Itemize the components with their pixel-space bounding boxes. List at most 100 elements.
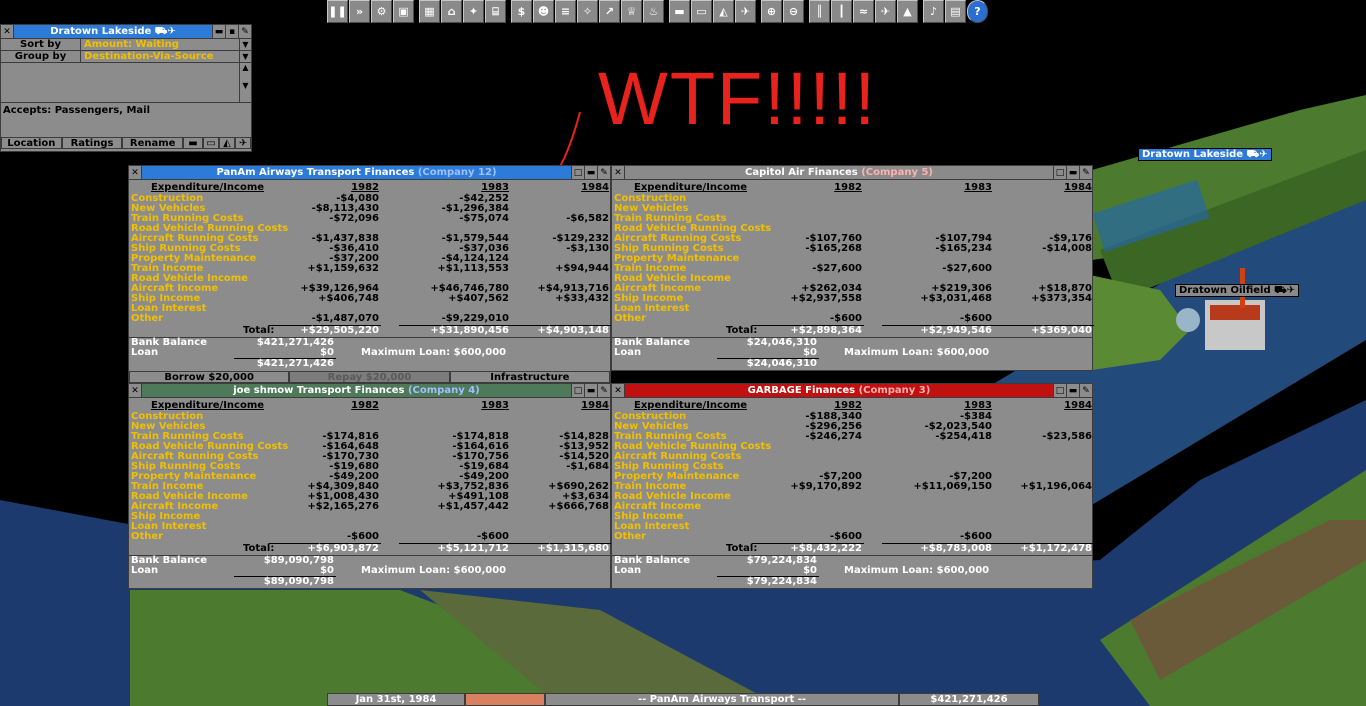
news-ticker[interactable]: -- PanAm Airways Transport -- <box>545 693 899 706</box>
date-display: Jan 31st, 1984 <box>327 693 465 706</box>
close-icon[interactable]: ✕ <box>612 384 625 397</box>
infrastructure-button[interactable]: Infrastructure <box>449 371 610 383</box>
build-rail-icon[interactable]: ║ <box>809 0 830 23</box>
league-icon[interactable]: ♕ <box>621 0 642 23</box>
ship-list-icon[interactable]: ◭ <box>713 0 734 23</box>
loan-value: $0 <box>320 347 334 358</box>
finance-value: -$3,130 <box>566 243 609 254</box>
year-header: 1983 <box>964 182 992 193</box>
finance-value: -$254,418 <box>935 431 992 442</box>
finance-value: +$94,944 <box>555 263 609 274</box>
finance-window-title[interactable]: joe shmow Transport Finances (Company 4) <box>142 384 571 397</box>
close-icon[interactable]: ✕ <box>612 166 625 179</box>
fast-forward-icon[interactable]: » <box>349 0 370 23</box>
total-value: +$4,903,148 <box>537 325 609 336</box>
total-label: Total: <box>243 543 275 554</box>
minimap-icon[interactable]: ▦ <box>419 0 440 23</box>
close-icon[interactable]: ✕ <box>129 384 142 397</box>
borrow-button[interactable]: Borrow $20,000 <box>129 371 290 383</box>
close-icon[interactable]: ✕ <box>129 166 142 179</box>
shade-icon[interactable]: ▬ <box>212 25 225 38</box>
total-value: +$8,432,222 <box>790 543 862 554</box>
net-worth-value: $79,224,834 <box>746 576 817 587</box>
messages-icon[interactable]: ▤ <box>945 0 966 23</box>
finances-icon[interactable]: $ <box>511 0 532 23</box>
finance-window-title[interactable]: PanAm Airways Transport Finances (Compan… <box>142 166 571 179</box>
settings-icon[interactable]: ⚙ <box>371 0 392 23</box>
pause-icon[interactable]: ❚❚ <box>327 0 348 23</box>
landscaping-icon[interactable]: ▲ <box>897 0 918 23</box>
zoom-in-icon[interactable]: ⊕ <box>761 0 782 23</box>
close-icon[interactable]: ✕ <box>1 25 14 38</box>
finance-window-title[interactable]: Capitol Air Finances (Company 5) <box>625 166 1053 179</box>
industry-icon[interactable]: ♨ <box>643 0 664 23</box>
sticky-icon[interactable]: ✎ <box>597 384 610 397</box>
total-value: +$369,040 <box>1031 325 1092 336</box>
max-loan-label: Maximum Loan: $600,000 <box>361 565 507 576</box>
location-button[interactable]: Location <box>1 137 62 149</box>
ratings-button[interactable]: Ratings <box>61 137 123 149</box>
finance-value: -$27,600 <box>812 263 862 274</box>
chevron-down-icon[interactable]: ▼ <box>239 39 251 50</box>
finance-value: +$33,432 <box>555 293 609 304</box>
station-list-icon[interactable]: ⌸ <box>485 0 506 23</box>
finance-value: +$11,069,150 <box>913 481 992 492</box>
finance-window-title[interactable]: GARBAGE Finances (Company 3) <box>625 384 1053 397</box>
toggle-size-icon[interactable]: □ <box>571 384 584 397</box>
zoom-out-icon[interactable]: ⊖ <box>783 0 804 23</box>
total-value: +$8,783,008 <box>920 543 992 554</box>
loan-label: Loan <box>131 565 159 576</box>
finance-value: +$407,562 <box>448 293 509 304</box>
sticky-icon[interactable]: ✎ <box>238 25 251 38</box>
graphs-icon[interactable]: ↗ <box>599 0 620 23</box>
shade-icon[interactable]: ▬ <box>584 384 597 397</box>
group-by-value[interactable]: Destination-Via-Source <box>81 51 239 62</box>
build-air-icon[interactable]: ✈ <box>875 0 896 23</box>
sticky-icon[interactable]: ✎ <box>1079 166 1092 179</box>
toggle-size-icon[interactable]: □ <box>571 166 584 179</box>
finance-row: Other -$600 -$600 <box>614 532 1090 542</box>
sticky-icon[interactable]: ✎ <box>1079 384 1092 397</box>
sort-by-value[interactable]: Amount: Waiting <box>81 39 239 50</box>
station-window-title[interactable]: Dratown Lakeside ⛟✈ <box>14 25 212 38</box>
expenditure-header: Expenditure/Income <box>634 400 748 411</box>
help-icon[interactable]: ? <box>967 0 988 23</box>
rename-button[interactable]: Rename <box>122 137 184 149</box>
town-directory-icon[interactable]: ⌂ <box>441 0 462 23</box>
station-sign[interactable]: Dratown Lakeside ⛟✈ <box>1138 148 1272 161</box>
shade-icon[interactable]: ▬ <box>584 166 597 179</box>
chevron-down-icon[interactable]: ▼ <box>239 51 251 62</box>
total-value: +$2,898,364 <box>790 325 862 336</box>
sort-by-button[interactable]: Sort by <box>1 39 81 50</box>
ship-filter-icon[interactable]: ◭ <box>219 137 236 149</box>
shade-icon[interactable]: ▬ <box>1066 384 1079 397</box>
net-worth-value: $89,090,798 <box>263 576 334 587</box>
year-header: 1982 <box>834 182 862 193</box>
company-general-icon[interactable]: ☻ <box>533 0 554 23</box>
aircraft-filter-icon[interactable]: ✈ <box>235 137 252 149</box>
shade-icon[interactable]: ▬ <box>1066 166 1079 179</box>
build-water-icon[interactable]: ≈ <box>853 0 874 23</box>
industry-sign[interactable]: Dratown Oilfield ⛟✈ <box>1175 284 1300 297</box>
repay-button[interactable]: Repay $20,000 <box>289 371 450 383</box>
defsize-icon[interactable]: ▪ <box>225 25 238 38</box>
goal-list-icon[interactable]: ✧ <box>577 0 598 23</box>
road-filter-icon[interactable]: ▭ <box>203 137 220 149</box>
story-book-icon[interactable]: ≡ <box>555 0 576 23</box>
music-icon[interactable]: ♪ <box>923 0 944 23</box>
train-list-icon[interactable]: ▬ <box>669 0 690 23</box>
finance-value: -$14,008 <box>1042 243 1092 254</box>
toggle-size-icon[interactable]: □ <box>1053 166 1066 179</box>
subsidies-icon[interactable]: ✦ <box>463 0 484 23</box>
vehicle-type-icons: ⛟✈ <box>154 26 176 37</box>
scrollbar[interactable]: ▲ ▼ <box>239 63 251 103</box>
save-icon[interactable]: ▣ <box>393 0 414 23</box>
max-loan-label: Maximum Loan: $600,000 <box>361 347 507 358</box>
sticky-icon[interactable]: ✎ <box>597 166 610 179</box>
build-road-icon[interactable]: ┃ <box>831 0 852 23</box>
cargo-list[interactable]: ▲ ▼ <box>1 63 251 103</box>
train-filter-icon[interactable]: ▬ <box>183 137 204 149</box>
toggle-size-icon[interactable]: □ <box>1053 384 1066 397</box>
road-vehicle-list-icon[interactable]: ▭ <box>691 0 712 23</box>
aircraft-list-icon[interactable]: ✈ <box>735 0 756 23</box>
